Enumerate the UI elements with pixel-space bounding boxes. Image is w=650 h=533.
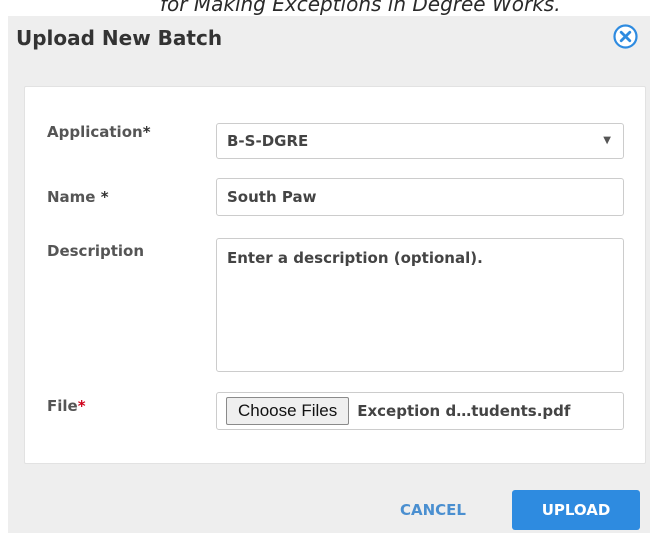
name-input[interactable]: South Paw [216, 178, 624, 216]
dialog-title: Upload New Batch [16, 26, 223, 50]
page-caption: for Making Exceptions in Degree Works. [160, 0, 561, 16]
application-label: Application* [47, 123, 151, 141]
upload-button[interactable]: UPLOAD [512, 490, 640, 530]
close-button[interactable] [613, 24, 638, 49]
file-label-text: File [47, 397, 78, 415]
upload-dialog: Upload New Batch Application* B-S-DGRE ▼… [8, 16, 650, 533]
required-mark: * [77, 397, 86, 415]
description-label: Description [47, 242, 145, 260]
close-circle-icon [613, 24, 638, 49]
description-textarea[interactable]: Enter a description (optional). [216, 238, 624, 372]
application-selected-value: B-S-DGRE [227, 132, 309, 150]
file-input: Choose Files Exception d…tudents.pdf [216, 392, 624, 430]
application-select[interactable]: B-S-DGRE ▼ [216, 123, 624, 159]
cancel-button[interactable]: CANCEL [388, 490, 478, 530]
file-label: File* [47, 397, 86, 415]
name-label: Name * [47, 188, 109, 206]
required-mark: * [142, 123, 151, 141]
dialog-header: Upload New Batch [8, 16, 650, 82]
dropdown-arrow-icon: ▼ [603, 135, 611, 146]
application-label-text: Application [47, 123, 143, 141]
choose-files-button[interactable]: Choose Files [226, 397, 350, 425]
required-mark: * [100, 188, 109, 206]
dialog-body: Application* B-S-DGRE ▼ Name * South Paw… [24, 86, 646, 464]
selected-file-name: Exception d…tudents.pdf [357, 402, 571, 420]
name-input-value: South Paw [227, 188, 317, 206]
name-label-text: Name [47, 188, 96, 206]
description-placeholder: Enter a description (optional). [227, 249, 483, 267]
